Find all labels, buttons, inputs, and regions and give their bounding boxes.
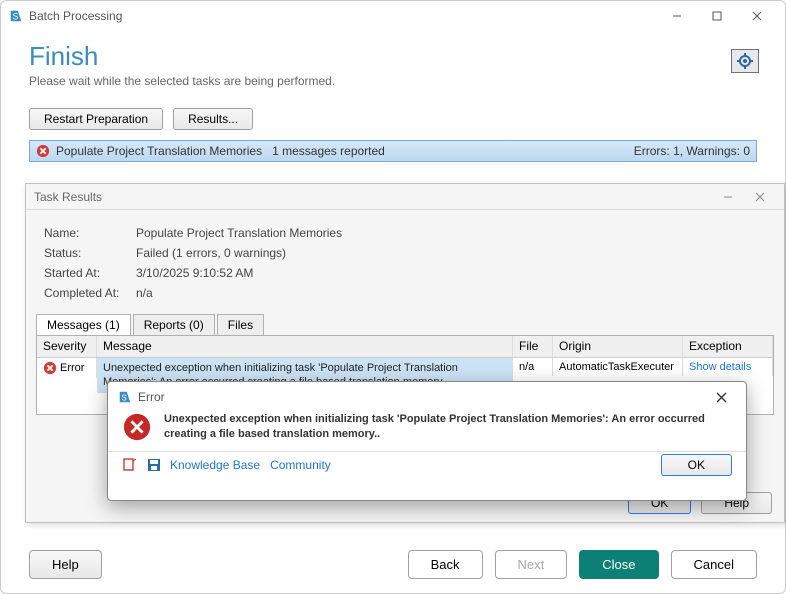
tab-messages[interactable]: Messages (1) — [36, 314, 131, 335]
task-summary-bar[interactable]: Populate Project Translation Memories 1 … — [29, 140, 757, 162]
tab-reports[interactable]: Reports (0) — [133, 314, 215, 335]
tab-files[interactable]: Files — [217, 314, 264, 335]
tabs: Messages (1) Reports (0) Files — [36, 314, 774, 335]
copy-icon[interactable] — [122, 457, 138, 473]
error-ok-button[interactable]: OK — [661, 454, 732, 476]
header: Finish Please wait while the selected ta… — [1, 31, 363, 92]
col-severity[interactable]: Severity — [37, 336, 97, 357]
col-exception[interactable]: Exception — [683, 336, 773, 357]
error-icon — [36, 144, 50, 158]
back-button[interactable]: Back — [408, 550, 483, 579]
col-message[interactable]: Message — [97, 336, 513, 357]
restart-preparation-button[interactable]: Restart Preparation — [29, 108, 163, 130]
col-file[interactable]: File — [513, 336, 553, 357]
prop-completed-value: n/a — [136, 284, 342, 302]
cell-severity: Error — [60, 362, 84, 374]
error-warning-counts: Errors: 1, Warnings: 0 — [634, 144, 750, 158]
cell-origin: AutomaticTaskExecuter — [553, 358, 683, 376]
prop-started-label: Started At: — [44, 264, 134, 282]
inner-title-text: Task Results — [34, 190, 102, 204]
batch-processing-window: S Batch Processing Finish Please wait wh… — [0, 0, 786, 594]
next-button: Next — [495, 550, 568, 579]
prop-name-label: Name: — [44, 224, 134, 242]
page-subtitle: Please wait while the selected tasks are… — [29, 74, 335, 88]
close-button[interactable] — [737, 2, 777, 30]
maximize-button[interactable] — [697, 2, 737, 30]
knowledge-base-link[interactable]: Knowledge Base — [170, 458, 260, 472]
titlebar: S Batch Processing — [1, 1, 785, 31]
svg-text:S: S — [13, 12, 19, 22]
window-title: Batch Processing — [29, 9, 657, 23]
prop-completed-label: Completed At: — [44, 284, 134, 302]
toolbar: Restart Preparation Results... — [1, 92, 785, 136]
error-icon — [43, 361, 57, 375]
prop-status-value: Failed (1 errors, 0 warnings) — [136, 244, 342, 262]
error-close-button[interactable] — [706, 383, 736, 411]
results-button[interactable]: Results... — [173, 108, 253, 130]
error-icon — [122, 412, 152, 443]
page-title: Finish — [29, 41, 335, 72]
error-dialog: S Error Unexpected exception when initia… — [107, 381, 747, 501]
svg-text:S: S — [122, 394, 127, 403]
error-footer: Knowledge Base Community OK — [108, 451, 746, 484]
inner-minimize-button[interactable] — [712, 185, 744, 209]
task-properties: Name:Populate Project Translation Memori… — [26, 210, 360, 310]
show-details-link[interactable]: Show details — [683, 358, 773, 376]
grid-header: Severity Message File Origin Exception — [37, 336, 773, 358]
app-icon: S — [9, 9, 23, 23]
error-titlebar: S Error — [108, 382, 746, 412]
wizard-footer: Help Back Next Close Cancel — [1, 550, 785, 579]
cell-file: n/a — [513, 358, 553, 376]
message-count: 1 messages reported — [272, 144, 385, 158]
error-dialog-title: Error — [138, 390, 165, 404]
prop-status-label: Status: — [44, 244, 134, 262]
prop-started-value: 3/10/2025 9:10:52 AM — [136, 264, 342, 282]
gear-icon — [731, 49, 759, 73]
task-name: Populate Project Translation Memories — [56, 144, 262, 158]
error-message-text: Unexpected exception when initializing t… — [164, 412, 732, 443]
close-wizard-button[interactable]: Close — [579, 550, 658, 579]
inner-close-button[interactable] — [744, 185, 776, 209]
col-origin[interactable]: Origin — [553, 336, 683, 357]
cancel-button[interactable]: Cancel — [671, 550, 757, 579]
minimize-button[interactable] — [657, 2, 697, 30]
prop-name-value: Populate Project Translation Memories — [136, 224, 342, 242]
community-link[interactable]: Community — [270, 458, 331, 472]
help-button[interactable]: Help — [29, 550, 102, 579]
error-body: Unexpected exception when initializing t… — [108, 412, 746, 449]
app-icon: S — [118, 390, 132, 404]
save-icon[interactable] — [146, 457, 162, 473]
inner-titlebar: Task Results — [26, 184, 784, 210]
